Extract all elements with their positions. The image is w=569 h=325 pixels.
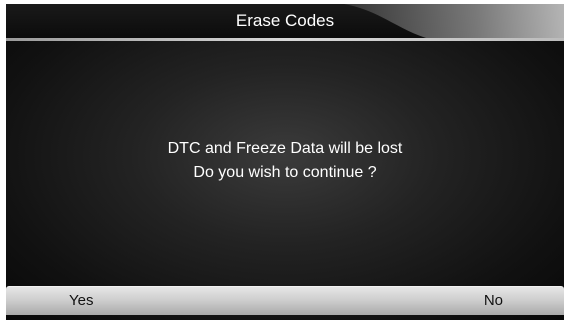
yes-button[interactable]: Yes xyxy=(6,287,186,315)
device-screen: Erase Codes DTC and Freeze Data will be … xyxy=(6,4,564,320)
confirmation-message: DTC and Freeze Data will be lost Do you … xyxy=(6,137,564,185)
message-line-1: DTC and Freeze Data will be lost xyxy=(167,140,403,157)
header-divider xyxy=(6,38,564,41)
message-line-2: Do you wish to continue ? xyxy=(193,164,377,181)
title-bar: Erase Codes xyxy=(6,4,564,38)
page-title: Erase Codes xyxy=(235,11,335,30)
no-button[interactable]: No xyxy=(384,287,564,315)
button-bar: Yes No xyxy=(6,286,564,315)
